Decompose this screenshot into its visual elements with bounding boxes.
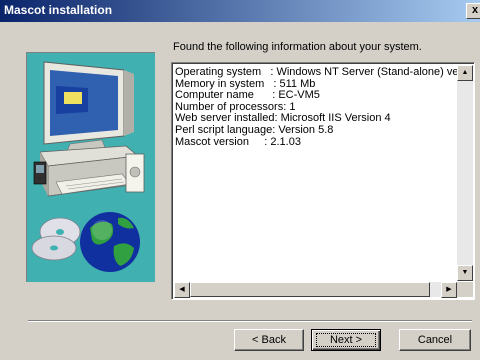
title-bar[interactable]: Mascot installation x bbox=[0, 0, 480, 22]
scrollbar-corner bbox=[457, 282, 473, 297]
window-title: Mascot installation bbox=[4, 3, 113, 17]
scroll-down-icon[interactable]: ▼ bbox=[457, 265, 473, 281]
cancel-button[interactable]: Cancel bbox=[399, 329, 471, 351]
info-line: Mascot version : 2.1.03 bbox=[175, 135, 301, 148]
horizontal-scrollbar[interactable]: ◀ ▶ bbox=[174, 282, 457, 298]
scroll-left-icon[interactable]: ◀ bbox=[174, 282, 190, 298]
computer-and-globe-icon bbox=[31, 61, 145, 272]
info-line: Perl script language: Version 5.8 bbox=[175, 123, 334, 136]
back-button[interactable]: < Back bbox=[234, 329, 304, 351]
next-button[interactable]: Next > bbox=[311, 329, 381, 351]
info-line: Operating system : Windows NT Server (St… bbox=[175, 67, 457, 78]
scroll-right-icon[interactable]: ▶ bbox=[441, 282, 457, 298]
installer-illustration bbox=[26, 52, 155, 282]
close-icon[interactable]: x bbox=[466, 3, 480, 19]
system-info-box[interactable]: Operating system : Windows NT Server (St… bbox=[171, 62, 475, 300]
system-info-text: Operating system : Windows NT Server (St… bbox=[175, 67, 457, 279]
focus-rect bbox=[316, 333, 376, 347]
separator bbox=[28, 320, 472, 322]
vertical-scrollbar[interactable]: ▲ ▼ bbox=[457, 65, 473, 281]
scroll-up-icon[interactable]: ▲ bbox=[457, 65, 473, 81]
intro-text: Found the following information about yo… bbox=[173, 41, 422, 53]
horizontal-scroll-thumb[interactable] bbox=[190, 282, 430, 297]
